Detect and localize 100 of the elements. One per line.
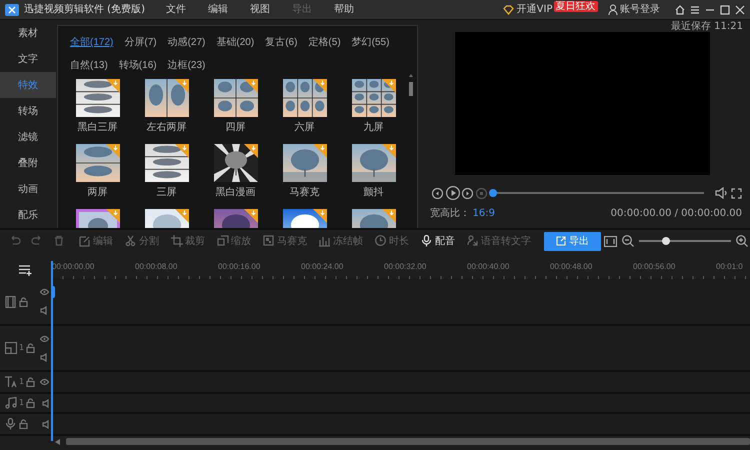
- effect-label: 九屏: [364, 120, 384, 135]
- mosaic-icon: [263, 235, 275, 247]
- progress-thumb[interactable]: [489, 189, 497, 197]
- effect-label: 四屏: [226, 121, 246, 135]
- effect-label: 左右两屏: [146, 121, 186, 135]
- lock-icon[interactable]: [26, 343, 36, 353]
- sidebar-item[interactable]: 动画: [0, 176, 56, 202]
- download-icon[interactable]: [382, 79, 396, 93]
- speaker-icon[interactable]: [40, 306, 46, 315]
- promo-badge: 夏日狂欢: [554, 1, 598, 12]
- microphone-icon: [5, 418, 17, 430]
- sidebar-item[interactable]: 叠附: [0, 150, 56, 176]
- zoom-thumb[interactable]: [662, 237, 670, 245]
- app-logo-icon: [5, 4, 19, 16]
- menu-icon[interactable]: [690, 4, 700, 14]
- time-label: 00:00:00.00: [52, 261, 94, 273]
- volume-icon[interactable]: [714, 187, 728, 199]
- effect-label: 黑白漫画: [216, 186, 256, 200]
- maximize-icon[interactable]: [720, 4, 730, 14]
- microphone-icon: [421, 235, 433, 247]
- lock-icon[interactable]: [26, 398, 36, 408]
- playhead-handle[interactable]: [51, 286, 55, 298]
- category-tab[interactable]: 基础(20): [216, 35, 254, 50]
- track-count: 1: [19, 397, 24, 409]
- vip-link[interactable]: 开通VIP: [516, 2, 552, 17]
- zoom-in-icon[interactable]: [736, 235, 748, 247]
- lock-icon[interactable]: [26, 377, 36, 387]
- scrollbar-thumb[interactable]: [66, 438, 750, 445]
- film-icon: [5, 296, 17, 308]
- sidebar-item[interactable]: 转场: [0, 98, 56, 124]
- login-link[interactable]: 账号登录: [620, 2, 660, 17]
- clock-icon: [375, 235, 387, 247]
- category-tab[interactable]: 复古(6): [265, 35, 298, 50]
- sidebar-item[interactable]: 滤镜: [0, 124, 56, 150]
- time-label: 00:01:0: [716, 261, 743, 273]
- time-label: 00:00:08.00: [135, 261, 178, 273]
- home-icon[interactable]: [675, 4, 685, 14]
- lock-icon[interactable]: [19, 296, 28, 306]
- speaker-icon[interactable]: [42, 398, 48, 408]
- menu-item[interactable]: 视图: [238, 2, 281, 17]
- fullscreen-icon[interactable]: [731, 188, 742, 198]
- download-icon[interactable]: [244, 209, 258, 223]
- speaker-icon[interactable]: [42, 420, 48, 428]
- tool-button[interactable]: 配音: [418, 234, 458, 248]
- eye-icon[interactable]: [40, 334, 48, 342]
- app-title: 迅捷视频剪辑软件 (免费版): [24, 2, 145, 17]
- aspect-ratio-link[interactable]: 16:9: [472, 206, 495, 221]
- time-label: 00:00:32.00: [384, 261, 426, 273]
- export-icon: [556, 236, 566, 246]
- time-label: 00:00:40.00: [467, 261, 510, 273]
- category-tab[interactable]: 梦幻(55): [352, 35, 390, 50]
- bars-icon: [319, 235, 331, 247]
- category-tab[interactable]: 边框(23): [168, 58, 206, 73]
- next-frame-icon[interactable]: [462, 188, 473, 198]
- effect-label: 黑白三屏: [78, 121, 118, 135]
- sidebar-item[interactable]: 文字: [0, 46, 56, 72]
- category-tab[interactable]: 动感(27): [168, 35, 206, 50]
- effect-label: 两屏: [88, 186, 108, 200]
- sidebar-item[interactable]: 素材: [0, 20, 56, 46]
- effect-label: 六屏: [294, 120, 314, 135]
- close-icon[interactable]: [735, 4, 745, 14]
- category-tab[interactable]: 转场(16): [118, 58, 157, 73]
- effect-label: 三屏: [156, 186, 176, 200]
- track-count: 1: [19, 376, 24, 388]
- lock-icon[interactable]: [19, 419, 28, 429]
- music-icon: [5, 397, 17, 409]
- save-status: 最近保存 11:21: [670, 20, 744, 32]
- aspect-label: 宽高比：: [430, 206, 470, 221]
- eye-icon[interactable]: [40, 378, 48, 386]
- eye-icon[interactable]: [40, 288, 48, 296]
- download-icon[interactable]: [106, 79, 120, 93]
- download-icon[interactable]: [244, 144, 258, 158]
- previous-frame-icon[interactable]: [432, 188, 443, 198]
- category-tab[interactable]: 定格(5): [308, 35, 341, 50]
- diamond-icon: [503, 4, 514, 14]
- sidebar-item[interactable]: 配乐: [0, 202, 56, 228]
- effect-label: 颤抖: [364, 186, 384, 200]
- speaker-icon[interactable]: [40, 352, 46, 362]
- category-tab[interactable]: 全部(172): [70, 35, 114, 50]
- fit-icon[interactable]: [604, 236, 616, 246]
- menu-item[interactable]: 帮助: [322, 2, 365, 17]
- scroll-left-icon[interactable]: [55, 438, 60, 444]
- download-icon[interactable]: [174, 144, 188, 158]
- add-track-icon[interactable]: [19, 265, 33, 276]
- time-label: 00:00:24.00: [301, 261, 344, 273]
- time-label: 00:00:48.00: [550, 261, 592, 273]
- play-icon[interactable]: [446, 186, 460, 200]
- track-count: 1: [19, 342, 24, 354]
- time-label: 00:00:16.00: [218, 261, 260, 273]
- pencil-icon: [79, 235, 91, 247]
- crop-icon: [171, 235, 183, 247]
- zoom-out-icon[interactable]: [622, 235, 634, 247]
- menu-item[interactable]: 编辑: [196, 2, 239, 17]
- resize-icon: [217, 235, 229, 247]
- category-tab[interactable]: 自然(13): [70, 58, 108, 73]
- effect-label: 马赛克: [290, 186, 320, 200]
- time-label: 00:00:56.00: [633, 261, 676, 273]
- text-icon: [5, 376, 17, 388]
- category-tab[interactable]: 分屏(7): [124, 35, 157, 50]
- menu-item[interactable]: 文件: [154, 2, 197, 17]
